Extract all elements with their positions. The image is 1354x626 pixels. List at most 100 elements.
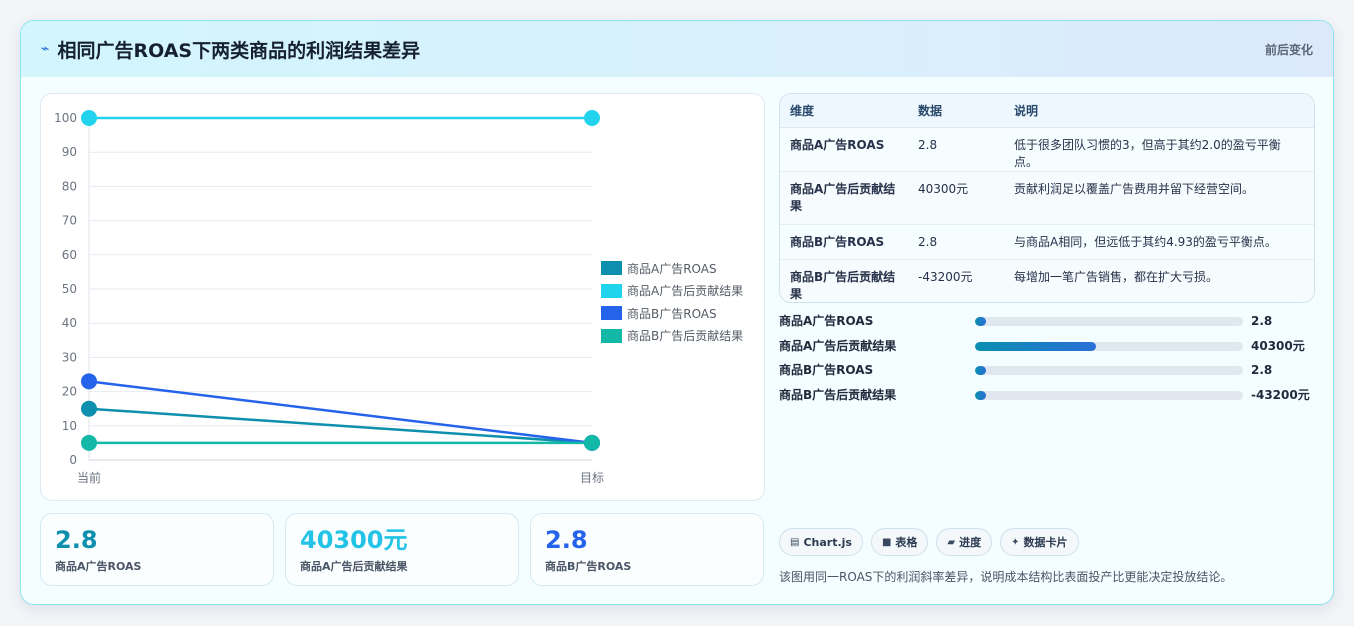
data-point	[584, 434, 600, 451]
metric-value: 2.8	[55, 526, 98, 554]
progress-value: 2.8	[1251, 363, 1273, 377]
metric-card: 40300元 商品A广告后贡献结果	[285, 513, 519, 586]
legend-label: 商品A广告ROAS	[627, 261, 717, 276]
y-tick-label: 20	[62, 385, 77, 399]
y-tick-label: 80	[62, 179, 77, 193]
data-point	[81, 110, 97, 126]
y-tick-label: 30	[62, 350, 77, 364]
metric-value: 2.8	[545, 526, 588, 554]
header-tag: 前后变化	[1264, 42, 1313, 57]
tag-label: 进度	[959, 536, 982, 549]
table-cell-dim: 商品B广告ROAS	[780, 224, 908, 260]
legend-swatch	[601, 306, 622, 321]
legend-label: 商品A广告后贡献结果	[627, 284, 744, 299]
legend-item[interactable]: 商品B广告ROAS	[601, 302, 743, 325]
tag-label: Chart.js	[803, 535, 852, 549]
progress-row: 商品B广告后贡献结果 -43200元	[779, 387, 1315, 412]
progress-value: 40300元	[1251, 338, 1305, 353]
tag-table[interactable]: ■ 表格	[870, 528, 929, 556]
main-card: ⌁ 相同广告ROAS下两类商品的利润结果差异 前后变化 0 10 20 30 40 50 6…	[20, 20, 1334, 605]
progress-fill	[975, 317, 986, 326]
table-cell-val: 40300元	[908, 171, 1004, 225]
table-cell-desc: 贡献利润足以覆盖广告费用并留下经营空间。	[1004, 171, 1314, 225]
legend-swatch	[601, 261, 622, 276]
progress-label: 商品B广告后贡献结果	[779, 387, 897, 402]
card-header: ⌁ 相同广告ROAS下两类商品的利润结果差异 前后变化	[21, 21, 1333, 77]
progress-row: 商品A广告后贡献结果 40300元	[779, 338, 1315, 363]
series-line	[88, 380, 593, 445]
y-tick-label: 10	[62, 419, 77, 433]
progress-value: -43200元	[1251, 387, 1310, 402]
tag-label: 表格	[895, 536, 918, 549]
legend-label: 商品B广告后贡献结果	[627, 329, 744, 344]
tag-label: 数据卡片	[1023, 536, 1068, 549]
data-point	[81, 434, 97, 451]
metric-label: 商品A广告ROAS	[55, 560, 142, 573]
y-tick-label: 50	[62, 282, 77, 296]
table-cell-val: -43200元	[908, 259, 1004, 302]
legend-item[interactable]: 商品A广告ROAS	[601, 257, 743, 280]
table-header-val: 数据	[908, 94, 1004, 128]
progress-icon: ▰	[947, 536, 956, 548]
tag-sparkle[interactable]: ✦ 数据卡片	[1000, 528, 1079, 556]
chart-legend: 商品A广告ROAS 商品A广告后贡献结果 商品B广告ROAS 商品B广告后贡献结果	[601, 257, 743, 347]
table-row: 商品A广告ROAS 2.8 低于很多团队习惯的3，但高于其约2.0的盈亏平衡点。	[780, 127, 1314, 172]
y-tick-label: 60	[62, 248, 77, 262]
legend-item[interactable]: 商品B广告后贡献结果	[601, 325, 743, 348]
progress-track	[975, 366, 1243, 375]
progress-label: 商品A广告后贡献结果	[779, 338, 897, 353]
legend-item[interactable]: 商品A广告后贡献结果	[601, 280, 743, 303]
x-tick-label: 当前	[77, 470, 101, 485]
metric-card: 2.8 商品A广告ROAS	[40, 513, 274, 586]
progress-value: 2.8	[1251, 314, 1273, 328]
y-tick-label: 100	[54, 111, 77, 125]
y-tick-label: 0	[69, 453, 77, 467]
metric-card: 2.8 商品B广告ROAS	[530, 513, 764, 586]
progress-row: 商品A广告ROAS 2.8	[779, 313, 1315, 338]
table-cell-val: 2.8	[908, 224, 1004, 260]
table-cell-desc: 每增加一笔广告销售，都在扩大亏损。	[1004, 259, 1314, 302]
metric-cards: 2.8 商品A广告ROAS 40300元 商品A广告后贡献结果 2.8 商品B广告ROAS	[40, 513, 764, 586]
tag-list: ▤ Chart.js ■ 表格 ▰ 进度 ✦ 数据卡片	[779, 528, 1079, 556]
progress-track	[975, 390, 1243, 400]
table-cell-dim: 商品A广告后贡献结果	[780, 171, 908, 225]
legend-swatch	[601, 328, 622, 343]
progress-fill	[975, 366, 986, 375]
tag-progress[interactable]: ▰ 进度	[936, 528, 993, 556]
progress-track	[975, 341, 1243, 351]
line-chart: 0 10 20 30 40 50 60 70 80 90 100 当前 目标 商品A广告ROAS 商品A广…	[40, 93, 765, 501]
progress-list: 商品A广告ROAS 2.8 商品A广告后贡献结果 40300元商品B广告ROAS 2.8…	[779, 313, 1315, 411]
progress-fill	[975, 341, 1096, 351]
data-table: 维度 数据 说明 商品A广告ROAS 2.8 低于很多团队习惯的3，但高于其约2…	[779, 93, 1315, 303]
progress-label: 商品A广告ROAS	[779, 314, 874, 328]
y-tick-label: 70	[62, 214, 77, 228]
page-title: 相同广告ROAS下两类商品的利润结果差异	[57, 39, 421, 62]
table-cell-desc: 低于很多团队习惯的3，但高于其约2.0的盈亏平衡点。	[1004, 127, 1314, 172]
y-tick-label: 40	[62, 316, 77, 330]
metric-value: 40300元	[300, 526, 408, 554]
trend-icon: ⌁	[41, 41, 50, 57]
table-icon: ■	[881, 536, 892, 548]
x-tick-label: 目标	[580, 471, 604, 485]
y-tick-label: 90	[62, 145, 77, 159]
legend-swatch	[601, 283, 622, 298]
table-cell-dim: 商品B广告后贡献结果	[780, 259, 908, 302]
progress-track	[975, 317, 1243, 326]
progress-label: 商品B广告ROAS	[779, 363, 874, 377]
data-point	[81, 400, 97, 417]
table-row: 商品B广告ROAS 2.8 与商品A相同，但远低于其约4.93的盈亏平衡点。	[780, 224, 1314, 260]
table-header-desc: 说明	[1004, 94, 1314, 128]
data-point	[584, 110, 600, 126]
progress-row: 商品B广告ROAS 2.8	[779, 362, 1315, 387]
chart-icon: ▤	[790, 536, 800, 548]
metric-label: 商品B广告ROAS	[545, 560, 632, 573]
table-row: 商品B广告后贡献结果 -43200元 每增加一笔广告销售，都在扩大亏损。	[780, 259, 1314, 302]
table-cell-dim: 商品A广告ROAS	[780, 127, 908, 172]
table-cell-desc: 与商品A相同，但远低于其约4.93的盈亏平衡点。	[1004, 224, 1314, 260]
sparkle-icon: ✦	[1011, 536, 1020, 548]
table-row: 商品A广告后贡献结果 40300元 贡献利润足以覆盖广告费用并留下经营空间。	[780, 171, 1314, 225]
tag-chart[interactable]: ▤ Chart.js	[779, 528, 863, 556]
table-header-dim: 维度	[780, 94, 908, 128]
legend-label: 商品B广告ROAS	[627, 306, 717, 321]
footer-note: 该图用同一ROAS下的利润斜率差异，说明成本结构比表面投产比更能决定投放结论。	[779, 570, 1233, 584]
